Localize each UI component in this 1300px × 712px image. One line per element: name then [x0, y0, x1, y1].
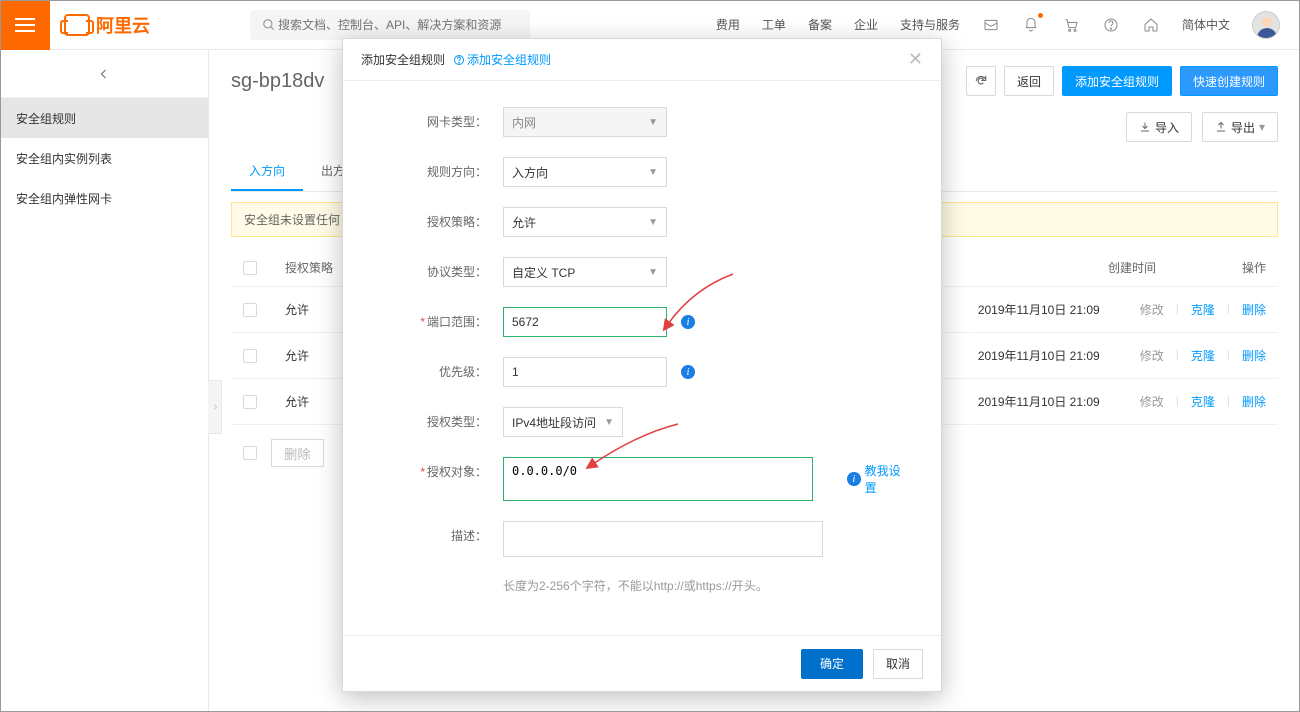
teach-me-link[interactable]: i教我设置: [847, 462, 911, 496]
input-description[interactable]: [503, 521, 823, 557]
cell-date: 2019年11月10日 21:09: [978, 347, 1100, 364]
cart-icon[interactable]: [1062, 16, 1080, 34]
sidebar-back[interactable]: [0, 50, 208, 98]
aliyun-logo-icon: [64, 14, 90, 36]
modal-help-link[interactable]: 添加安全组规则: [453, 51, 551, 68]
th-created: 创建时间: [1108, 259, 1156, 276]
cell-auth: 允许: [285, 301, 309, 318]
tab-inbound[interactable]: 入方向: [231, 152, 303, 191]
row-checkbox[interactable]: [243, 349, 257, 363]
label-port-range: *端口范围：: [373, 307, 503, 330]
sidebar: 安全组规则 安全组内实例列表 安全组内弹性网卡: [0, 50, 209, 712]
info-icon[interactable]: i: [681, 315, 695, 329]
cell-auth: 允许: [285, 393, 309, 410]
select-auth-type[interactable]: IPv4地址段访问▼: [503, 407, 623, 437]
footer-checkbox[interactable]: [243, 446, 257, 460]
label-auth-type: 授权类型：: [373, 407, 503, 430]
op-modify[interactable]: 修改: [1140, 393, 1164, 410]
page-title: sg-bp18dv: [231, 70, 324, 93]
sidebar-item-label: 安全组规则: [16, 110, 76, 127]
logo[interactable]: 阿里云: [64, 12, 150, 38]
message-box-icon[interactable]: [982, 16, 1000, 34]
nav-support[interactable]: 支持与服务: [900, 16, 960, 33]
label-protocol: 协议类型：: [373, 257, 503, 280]
return-button[interactable]: 返回: [1004, 66, 1054, 96]
search-input[interactable]: [278, 18, 520, 32]
export-label: 导出: [1231, 119, 1255, 136]
nav-lang[interactable]: 简体中文: [1182, 16, 1230, 33]
home-icon[interactable]: [1142, 16, 1160, 34]
refresh-button[interactable]: [966, 66, 996, 96]
import-label: 导入: [1155, 119, 1179, 136]
add-rule-button[interactable]: 添加安全组规则: [1062, 66, 1172, 96]
input-port-range[interactable]: [503, 307, 667, 337]
sidebar-item-rules[interactable]: 安全组规则: [0, 98, 208, 138]
row-checkbox[interactable]: [243, 395, 257, 409]
export-button[interactable]: 导出 ▾: [1202, 112, 1278, 142]
op-modify[interactable]: 修改: [1140, 347, 1164, 364]
th-ops: 操作: [1242, 259, 1266, 276]
import-button[interactable]: 导入: [1126, 112, 1192, 142]
select-nic-type: 内网▼: [503, 107, 667, 137]
input-auth-object[interactable]: [503, 457, 813, 501]
cell-date: 2019年11月10日 21:09: [978, 393, 1100, 410]
label-auth-policy: 授权策略：: [373, 207, 503, 230]
label-direction: 规则方向：: [373, 157, 503, 180]
search-icon: [260, 16, 278, 34]
op-delete[interactable]: 删除: [1242, 301, 1266, 318]
modal-title: 添加安全组规则: [361, 51, 445, 68]
row-checkbox[interactable]: [243, 303, 257, 317]
op-clone[interactable]: 克隆: [1191, 347, 1215, 364]
op-delete[interactable]: 删除: [1242, 393, 1266, 410]
add-rule-modal: 添加安全组规则 添加安全组规则 ✕ 网卡类型： 内网▼ 规则方向：: [342, 38, 942, 692]
cancel-button[interactable]: 取消: [873, 649, 923, 679]
nav-ticket[interactable]: 工单: [762, 16, 786, 33]
avatar[interactable]: [1252, 11, 1280, 39]
ok-button[interactable]: 确定: [801, 649, 863, 679]
op-modify[interactable]: 修改: [1140, 301, 1164, 318]
hamburger-menu[interactable]: [0, 0, 50, 50]
sidebar-item-label: 安全组内弹性网卡: [16, 190, 112, 207]
input-priority[interactable]: [503, 357, 667, 387]
quick-create-button[interactable]: 快速创建规则: [1180, 66, 1278, 96]
cell-date: 2019年11月10日 21:09: [978, 301, 1100, 318]
bell-icon[interactable]: [1022, 16, 1040, 34]
label-nic-type: 网卡类型：: [373, 107, 503, 130]
search-box[interactable]: [250, 10, 530, 40]
modal-close-icon[interactable]: ✕: [908, 49, 923, 70]
sidebar-item-eni[interactable]: 安全组内弹性网卡: [0, 178, 208, 218]
op-clone[interactable]: 克隆: [1191, 393, 1215, 410]
label-priority: 优先级：: [373, 357, 503, 380]
select-direction[interactable]: 入方向▼: [503, 157, 667, 187]
footer-delete-button[interactable]: 删除: [271, 439, 324, 467]
op-delete[interactable]: 删除: [1242, 347, 1266, 364]
info-icon[interactable]: i: [681, 365, 695, 379]
sidebar-item-instances[interactable]: 安全组内实例列表: [0, 138, 208, 178]
cell-auth: 允许: [285, 347, 309, 364]
logo-text: 阿里云: [96, 12, 150, 38]
nav-enterprise[interactable]: 企业: [854, 16, 878, 33]
select-auth-policy[interactable]: 允许▼: [503, 207, 667, 237]
label-auth-object: *授权对象：: [373, 457, 503, 480]
expand-handle[interactable]: [208, 380, 222, 434]
nav-fee[interactable]: 费用: [716, 16, 740, 33]
help-icon[interactable]: [1102, 16, 1120, 34]
sidebar-item-label: 安全组内实例列表: [16, 150, 112, 167]
th-auth: 授权策略: [285, 259, 333, 276]
select-protocol[interactable]: 自定义 TCP▼: [503, 257, 667, 287]
op-clone[interactable]: 克隆: [1191, 301, 1215, 318]
nav-beian[interactable]: 备案: [808, 16, 832, 33]
description-hint: 长度为2-256个字符，不能以http://或https://开头。: [503, 577, 768, 594]
label-description: 描述：: [373, 521, 503, 544]
